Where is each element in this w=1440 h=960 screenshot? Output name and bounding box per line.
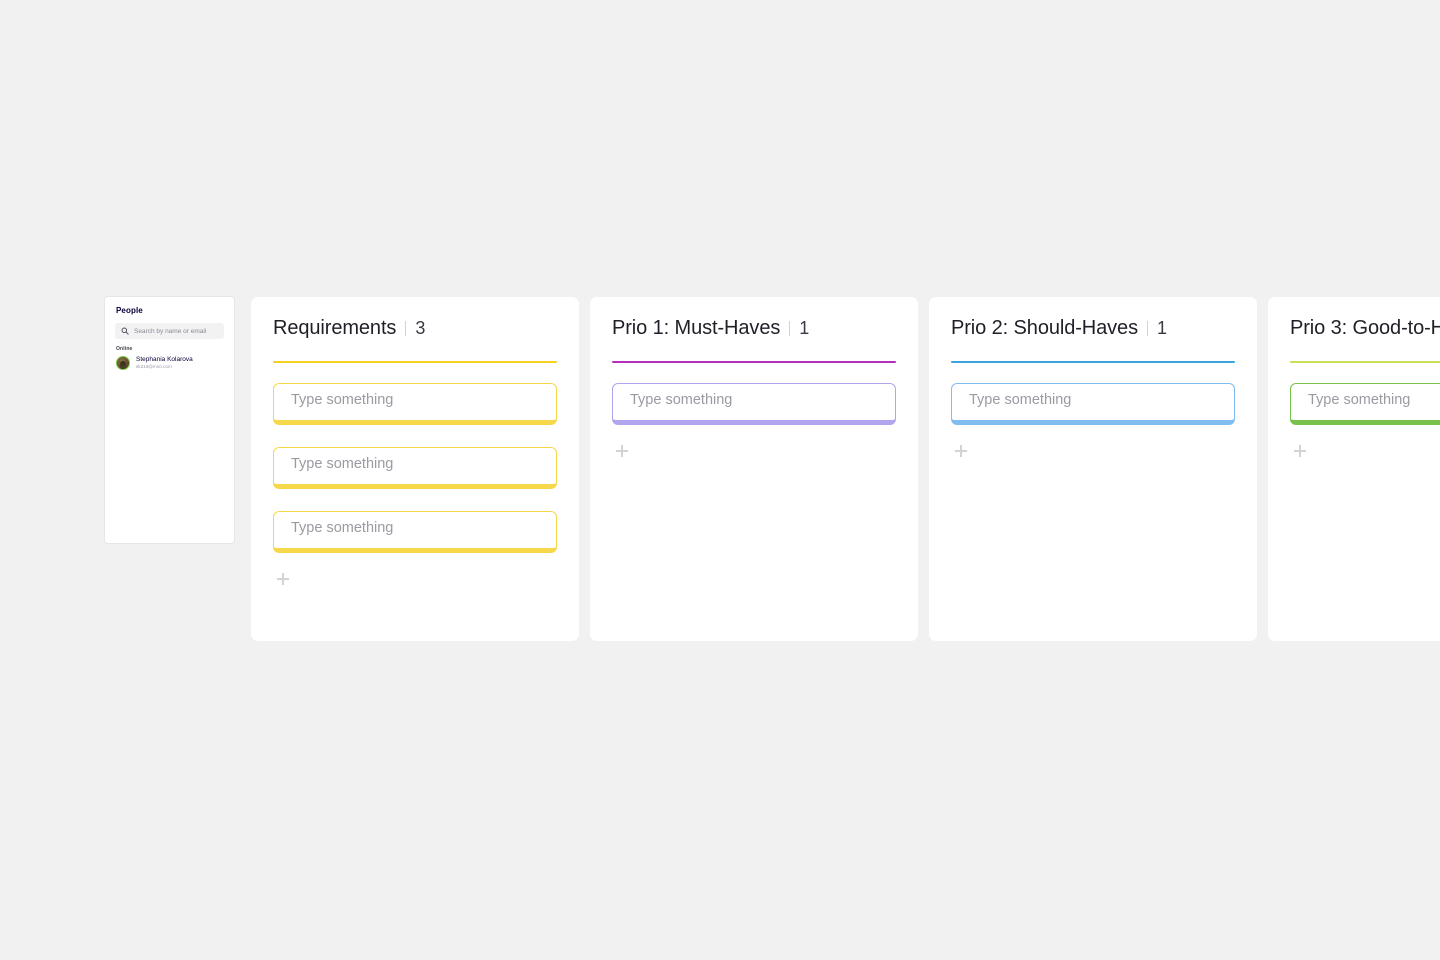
people-panel: People Search by name or email Online St…	[104, 296, 235, 544]
people-search-placeholder: Search by name or email	[134, 327, 207, 335]
column-separator	[405, 321, 407, 336]
column-separator	[1147, 321, 1148, 336]
board-column-prio-2: Prio 2: Should-Haves 1 Type something	[929, 297, 1257, 641]
column-accent-rule	[273, 361, 557, 363]
sticky-card[interactable]: Type something	[612, 383, 896, 425]
card-placeholder: Type something	[969, 392, 1072, 408]
column-accent-rule	[612, 361, 896, 363]
board-column-requirements: Requirements 3 Type something Type somet…	[251, 297, 579, 641]
card-placeholder: Type something	[291, 520, 394, 536]
column-card-list: Type something	[612, 383, 896, 425]
person-meta: Stephania Kolarova sk213@miro.com	[136, 356, 193, 370]
add-card-row[interactable]	[273, 573, 557, 609]
column-title: Requirements	[273, 317, 397, 339]
add-card-row[interactable]	[1290, 445, 1440, 481]
column-card-list: Type something	[1290, 383, 1440, 425]
column-header: Requirements 3	[273, 317, 557, 340]
online-section-label: Online	[116, 346, 133, 352]
people-search-input[interactable]: Search by name or email	[115, 323, 224, 339]
plus-icon[interactable]	[955, 445, 967, 457]
sticky-card[interactable]: Type something	[1290, 383, 1440, 425]
person-email: sk213@miro.com	[136, 364, 172, 370]
column-title: Prio 1: Must-Haves	[612, 317, 781, 339]
plus-icon[interactable]	[616, 445, 628, 457]
sticky-card[interactable]: Type something	[273, 447, 557, 489]
person-name: Stephania Kolarova	[136, 356, 193, 363]
card-placeholder: Type something	[1308, 392, 1411, 408]
plus-icon[interactable]	[1294, 445, 1306, 457]
add-card-row[interactable]	[951, 445, 1235, 481]
add-card-row[interactable]	[612, 445, 896, 481]
sticky-card[interactable]: Type something	[273, 383, 557, 425]
column-card-list: Type something Type something Type somet…	[273, 383, 557, 553]
search-icon	[121, 327, 129, 335]
column-count: 3	[415, 318, 426, 338]
column-header: Prio 2: Should-Haves 1	[951, 317, 1235, 340]
column-title: Prio 2: Should-Haves	[951, 317, 1138, 339]
column-count: 1	[1157, 318, 1168, 338]
avatar	[116, 356, 130, 371]
sticky-card[interactable]: Type something	[951, 383, 1235, 425]
sticky-card[interactable]: Type something	[273, 511, 557, 553]
card-placeholder: Type something	[291, 392, 394, 408]
card-placeholder: Type something	[291, 456, 394, 472]
column-accent-rule	[1290, 361, 1440, 363]
plus-icon[interactable]	[277, 573, 289, 585]
people-panel-title: People	[116, 306, 143, 315]
column-card-list: Type something	[951, 383, 1235, 425]
column-separator	[789, 321, 791, 336]
column-accent-rule	[951, 361, 1235, 363]
column-header: Prio 1: Must-Haves 1	[612, 317, 896, 340]
column-header: Prio 3: Good-to-Haves	[1290, 317, 1440, 340]
column-count: 1	[799, 318, 810, 338]
column-title: Prio 3: Good-to-Haves	[1290, 317, 1440, 339]
board: Requirements 3 Type something Type somet…	[251, 297, 1440, 641]
board-column-prio-1: Prio 1: Must-Haves 1 Type something	[590, 297, 918, 641]
list-item[interactable]: Stephania Kolarova sk213@miro.com	[115, 356, 224, 371]
card-placeholder: Type something	[630, 392, 733, 408]
board-column-prio-3: Prio 3: Good-to-Haves Type something	[1268, 297, 1440, 641]
